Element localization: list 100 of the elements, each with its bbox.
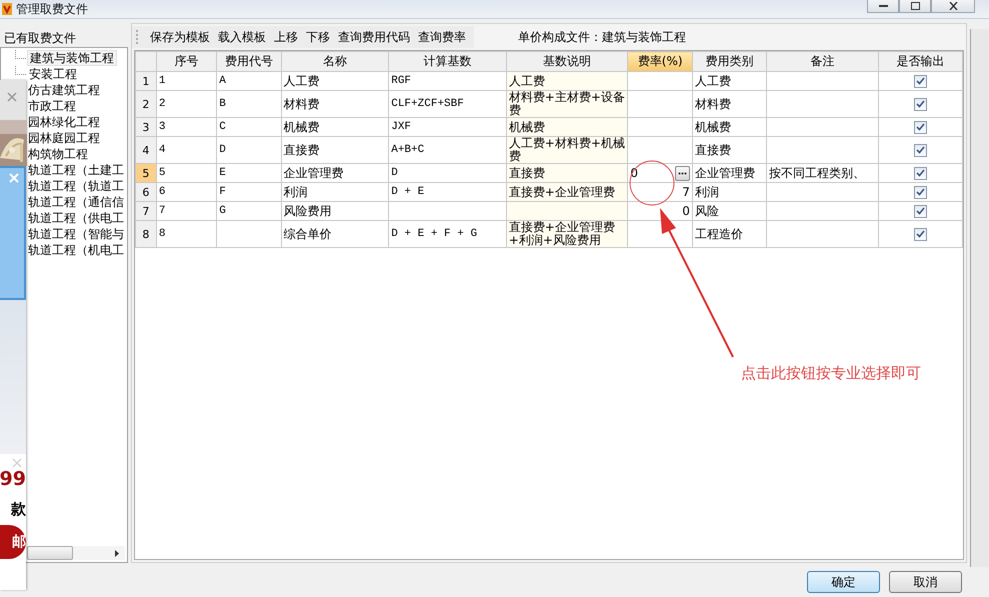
table-cell: 0 bbox=[682, 204, 690, 218]
tree-item[interactable]: 轨道工程（通信信 bbox=[26, 195, 126, 209]
table-cell: 2 bbox=[158, 98, 166, 110]
tree-item[interactable]: 园林庭园工程 bbox=[26, 131, 102, 145]
ad-price: 99 bbox=[0, 468, 26, 490]
maximize-button[interactable] bbox=[899, 0, 931, 13]
table-cell: 直接费 bbox=[508, 166, 545, 180]
table-cell: C bbox=[219, 120, 226, 132]
header-corner bbox=[136, 52, 156, 72]
tree-item[interactable]: 轨道工程（轨道工 bbox=[26, 179, 126, 193]
table-cell: 7 bbox=[158, 204, 166, 216]
table-cell: 直接费+企业管理费+利润+风险费用 bbox=[508, 220, 615, 247]
table-cell: 直接费 bbox=[284, 142, 320, 156]
minimize-icon bbox=[878, 4, 888, 8]
table-cell: 4 bbox=[158, 144, 166, 156]
table-cell: 机械费 bbox=[694, 120, 731, 134]
table-cell: 工程造价 bbox=[694, 226, 743, 240]
tree-item[interactable]: 市政工程 bbox=[26, 99, 78, 113]
toolbar-button[interactable]: 载入模板 bbox=[214, 27, 270, 47]
table-cell: 8 bbox=[158, 228, 166, 240]
table-cell: 人工费 bbox=[694, 74, 731, 88]
tree-item[interactable]: 仿古建筑工程 bbox=[26, 83, 102, 97]
table-cell: 材料费 bbox=[694, 96, 731, 110]
row-header[interactable]: 6 bbox=[136, 182, 156, 202]
table-cell: 利润 bbox=[284, 184, 308, 198]
ellipsis-icon bbox=[678, 172, 687, 174]
checkbox[interactable] bbox=[914, 74, 927, 88]
row-header[interactable]: 8 bbox=[136, 220, 156, 248]
scrollbar-thumb[interactable] bbox=[27, 546, 73, 560]
tree-item[interactable]: 构筑物工程 bbox=[26, 147, 90, 161]
column-header[interactable]: 费用类别 bbox=[692, 52, 767, 72]
table-cell: 材料费 bbox=[284, 96, 320, 110]
table-cell: 机械费 bbox=[508, 120, 545, 134]
row-header[interactable]: 4 bbox=[136, 136, 156, 164]
row-header[interactable]: 5 bbox=[136, 164, 156, 182]
column-header[interactable]: 计算基数 bbox=[388, 52, 506, 72]
column-header[interactable]: 是否输出 bbox=[878, 52, 962, 72]
row-header[interactable]: 3 bbox=[136, 118, 156, 136]
column-header[interactable]: 序号 bbox=[156, 52, 217, 72]
minimize-button[interactable] bbox=[867, 0, 899, 13]
table-cell: CLF+ZCF+SBF bbox=[391, 98, 464, 110]
tree-item[interactable]: 轨道工程（土建工 bbox=[26, 163, 126, 177]
tree-item[interactable]: 轨道工程（机电工 bbox=[26, 243, 126, 257]
toolbar-button[interactable]: 查询费率 bbox=[414, 27, 470, 47]
checkbox[interactable] bbox=[914, 120, 927, 134]
tree-item[interactable]: 轨道工程（供电工 bbox=[26, 211, 126, 225]
column-header[interactable]: 名称 bbox=[281, 52, 389, 72]
checkbox[interactable] bbox=[914, 204, 927, 218]
table-cell: 人工费+材料费+机械费 bbox=[508, 136, 625, 163]
tree-item[interactable]: 安装工程 bbox=[27, 67, 79, 81]
toolbar-button[interactable]: 下移 bbox=[302, 27, 334, 47]
table-cell: 3 bbox=[158, 120, 166, 132]
checkbox[interactable] bbox=[914, 186, 927, 199]
maximize-icon bbox=[910, 2, 920, 10]
tree-item[interactable]: 轨道工程（智能与 bbox=[26, 227, 126, 241]
table-cell: 机械费 bbox=[284, 120, 320, 134]
tree-item[interactable]: 园林绿化工程 bbox=[26, 115, 102, 129]
table-cell: 综合单价 bbox=[284, 226, 332, 240]
table-cell: D bbox=[219, 144, 226, 156]
close-icon bbox=[948, 2, 958, 10]
table-cell: F bbox=[219, 186, 226, 198]
ad-caption: 款 bbox=[11, 500, 26, 519]
panel-header: 已有取费文件 bbox=[3, 30, 77, 47]
ad-badge: 邮 bbox=[0, 525, 26, 559]
table-cell: 人工费 bbox=[284, 74, 320, 88]
window-title: 管理取费文件 bbox=[16, 0, 88, 18]
ok-button[interactable]: 确定 bbox=[807, 571, 880, 593]
highlight-circle bbox=[630, 160, 674, 206]
table-cell: 5 bbox=[158, 166, 166, 178]
column-header[interactable]: 备注 bbox=[766, 52, 878, 72]
toolbar-grip[interactable] bbox=[136, 30, 140, 44]
row-header[interactable]: 2 bbox=[136, 90, 156, 118]
ellipsis-button[interactable] bbox=[674, 166, 690, 180]
toolbar-button[interactable]: 上移 bbox=[270, 27, 302, 47]
file-label: 单价构成文件：建筑与装饰工程 bbox=[518, 28, 686, 46]
column-header[interactable]: 基数说明 bbox=[506, 52, 628, 72]
cancel-button[interactable]: 取消 bbox=[889, 571, 962, 593]
toolbar-button[interactable]: 保存为模板 bbox=[146, 27, 214, 47]
tree-item[interactable]: 建筑与装饰工程 bbox=[27, 50, 117, 66]
table-cell: D bbox=[391, 166, 398, 178]
table-cell: JXF bbox=[391, 120, 412, 132]
scroll-right-icon[interactable] bbox=[115, 550, 119, 556]
table-cell: D + E bbox=[391, 186, 424, 198]
toolbar-button[interactable]: 查询费用代码 bbox=[334, 27, 414, 47]
checkbox[interactable] bbox=[914, 98, 927, 111]
row-header[interactable]: 7 bbox=[136, 202, 156, 220]
checkbox[interactable] bbox=[914, 144, 927, 157]
table-cell: 企业管理费 bbox=[694, 166, 755, 180]
column-header[interactable]: 费用代号 bbox=[216, 52, 282, 72]
app-icon bbox=[2, 3, 12, 15]
close-button[interactable] bbox=[931, 0, 975, 13]
row-header[interactable]: 1 bbox=[136, 72, 156, 90]
table-cell: A bbox=[219, 74, 226, 86]
table-cell: B bbox=[219, 98, 226, 110]
table-cell: A+B+C bbox=[391, 144, 424, 156]
table-cell: 人工费 bbox=[508, 74, 545, 88]
checkbox[interactable] bbox=[914, 228, 927, 241]
column-header[interactable]: 费率(%) bbox=[628, 52, 692, 72]
table-cell: 1 bbox=[158, 74, 166, 86]
checkbox[interactable] bbox=[914, 166, 927, 180]
